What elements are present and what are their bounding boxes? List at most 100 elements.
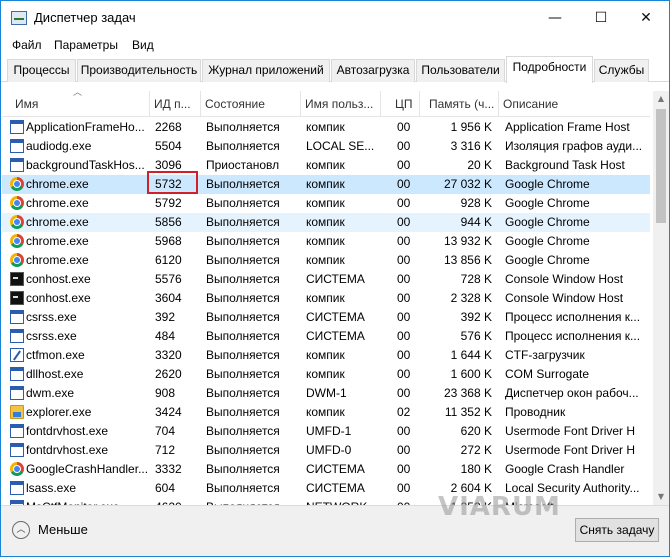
col-description[interactable]: Описание (499, 91, 650, 117)
process-pid: 908 (155, 386, 176, 400)
close-button[interactable]: ✕ (623, 1, 669, 35)
process-state: Выполняется (206, 272, 280, 286)
end-task-button[interactable]: Снять задачу (575, 518, 659, 542)
process-state: Выполняется (206, 348, 280, 362)
console-icon (10, 291, 24, 305)
col-user[interactable]: Имя польз... (301, 91, 381, 117)
col-cpu[interactable]: ЦП (381, 91, 420, 117)
process-pid: 2620 (155, 367, 182, 381)
table-row[interactable]: conhost.exe 5576 Выполняется СИСТЕМА 00 728 K… (2, 270, 650, 289)
col-memory[interactable]: Память (ч... (420, 91, 499, 117)
fewer-details-button[interactable]: ︿ Меньше (12, 520, 96, 540)
process-pid: 712 (155, 443, 176, 457)
process-cpu: 00 (397, 348, 411, 362)
col-pid[interactable]: ИД п... (150, 91, 201, 117)
process-cpu: 00 (397, 386, 411, 400)
tab-performance[interactable]: Производительность (77, 59, 201, 82)
process-user: СИСТЕМА (306, 310, 365, 324)
process-description: Application Frame Host (505, 120, 630, 134)
console-icon (10, 272, 24, 286)
chevron-up-icon: ︿ (12, 521, 30, 539)
process-memory: 1 644 K (450, 348, 492, 362)
table-row[interactable]: csrss.exe 392 Выполняется СИСТЕМА 00 392 K Про… (2, 308, 650, 327)
tab-details[interactable]: Подробности (506, 56, 593, 83)
process-pid: 3320 (155, 348, 182, 362)
process-pid: 3604 (155, 291, 182, 305)
process-cpu: 02 (397, 405, 411, 419)
chrome-icon (10, 215, 24, 229)
table-row[interactable]: chrome.exe 5856 Выполняется компик 00 944 K Go… (2, 213, 650, 232)
table-row[interactable]: conhost.exe 3604 Выполняется компик 00 2 328 … (2, 289, 650, 308)
process-cpu: 00 (397, 215, 411, 229)
process-cpu: 00 (397, 158, 411, 172)
table-row[interactable]: chrome.exe 6120 Выполняется компик 00 13 856 … (2, 251, 650, 270)
process-description: COM Surrogate (505, 367, 590, 381)
process-cpu: 00 (397, 310, 411, 324)
menu-bar: Файл Параметры Вид (1, 35, 669, 55)
menu-options[interactable]: Параметры (54, 38, 118, 52)
process-user: компик (306, 405, 345, 419)
table-row[interactable]: fontdrvhost.exe 712 Выполняется UMFD-0 00 272… (2, 441, 650, 460)
process-description: Console Window Host (505, 272, 624, 286)
process-pid: 5576 (155, 272, 182, 286)
scroll-down-icon[interactable]: ▼ (653, 489, 669, 505)
chrome-icon (10, 253, 24, 267)
process-description: Usermode Font Driver H (505, 424, 636, 438)
table-row[interactable]: ApplicationFrameHo... 2268 Выполняется комп… (2, 118, 650, 137)
viarum-watermark: VIARUM (438, 492, 561, 522)
process-cpu: 00 (397, 367, 411, 381)
tab-startup[interactable]: Автозагрузка (331, 59, 415, 82)
process-pid: 392 (155, 310, 176, 324)
fewer-details-label: Меньше (38, 522, 88, 537)
process-cpu: 00 (397, 196, 411, 210)
process-memory: 13 932 K (443, 234, 492, 248)
table-row[interactable]: chrome.exe 5732 Выполняется компик 00 27 032 … (2, 175, 650, 194)
process-memory: 620 K (460, 424, 492, 438)
tab-users[interactable]: Пользователи (416, 59, 505, 82)
scrollbar-thumb[interactable] (656, 109, 666, 223)
process-state: Выполняется (206, 386, 280, 400)
table-row[interactable]: ctfmon.exe 3320 Выполняется компик 00 1 644 K… (2, 346, 650, 365)
table-row[interactable]: explorer.exe 3424 Выполняется компик 02 11 35… (2, 403, 650, 422)
tab-services[interactable]: Службы (594, 59, 649, 82)
vertical-scrollbar[interactable]: ▲ ▼ (653, 91, 669, 505)
minimize-button[interactable]: — (532, 1, 578, 35)
process-description: Процесс исполнения к... (505, 310, 641, 324)
process-cpu: 00 (397, 253, 411, 267)
process-state: Выполняется (206, 462, 280, 476)
maximize-button[interactable]: ☐ (578, 1, 624, 35)
process-name: dllhost.exe (26, 367, 84, 381)
process-memory: 272 K (460, 443, 492, 457)
process-description: Процесс исполнения к... (505, 329, 641, 343)
process-name: conhost.exe (26, 291, 91, 305)
table-row[interactable]: dwm.exe 908 Выполняется DWM-1 00 23 368 K Дисп… (2, 384, 650, 403)
col-state[interactable]: Состояние (201, 91, 301, 117)
process-description: Изоляция графов ауди... (505, 139, 643, 153)
process-user: компик (306, 158, 345, 172)
window-icon (10, 367, 24, 381)
process-name: ApplicationFrameHo... (26, 120, 145, 134)
process-user: компик (306, 367, 345, 381)
window-icon (10, 329, 24, 343)
table-row[interactable]: GoogleCrashHandler... 3332 Выполняется СИСТ… (2, 460, 650, 479)
menu-view[interactable]: Вид (132, 38, 154, 52)
tab-processes[interactable]: Процессы (7, 59, 76, 82)
table-row[interactable]: chrome.exe 5968 Выполняется компик 00 13 932 … (2, 232, 650, 251)
process-cpu: 00 (397, 329, 411, 343)
table-row[interactable]: backgroundTaskHos... 3096 Приостановл компи… (2, 156, 650, 175)
process-memory: 23 368 K (443, 386, 492, 400)
process-user: компик (306, 215, 345, 229)
process-memory: 20 K (467, 158, 492, 172)
col-name[interactable]: Имя (2, 91, 150, 117)
table-row[interactable]: dllhost.exe 2620 Выполняется компик 00 1 600 … (2, 365, 650, 384)
tab-app-history[interactable]: Журнал приложений (202, 59, 330, 82)
table-row[interactable]: audiodg.exe 5504 Выполняется LOCAL SE... 00 3… (2, 137, 650, 156)
table-row[interactable]: fontdrvhost.exe 704 Выполняется UMFD-1 00 620… (2, 422, 650, 441)
table-row[interactable]: csrss.exe 484 Выполняется СИСТЕМА 00 576 K Про… (2, 327, 650, 346)
table-row[interactable]: chrome.exe 5792 Выполняется компик 00 928 K Go… (2, 194, 650, 213)
process-cpu: 00 (397, 291, 411, 305)
scroll-up-icon[interactable]: ▲ (653, 91, 669, 107)
process-description: Google Chrome (505, 177, 590, 191)
menu-file[interactable]: Файл (12, 38, 42, 52)
window-title: Диспетчер задач (34, 10, 136, 25)
